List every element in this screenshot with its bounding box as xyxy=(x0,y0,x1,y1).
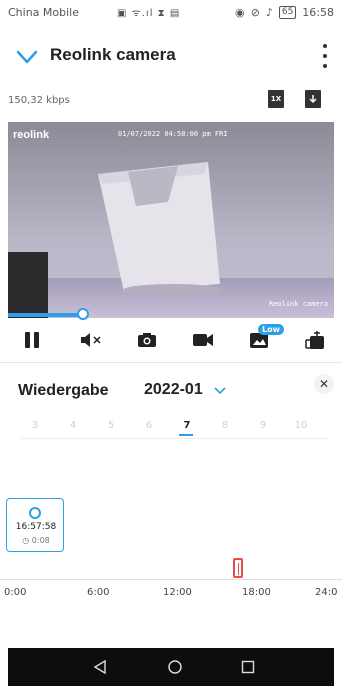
playback-progress-fill xyxy=(8,313,83,317)
system-navigation-bar xyxy=(8,648,334,686)
video-player[interactable]: reolink 01/07/2022 04:58:00 pm FRI Reoli… xyxy=(8,122,334,318)
clock-label: 16:58 xyxy=(302,6,334,19)
day-item[interactable]: 9 xyxy=(253,420,273,431)
recents-button[interactable] xyxy=(239,658,257,676)
mute-icon: ♪ xyxy=(265,6,273,19)
clip-start-time: 16:57:58 xyxy=(15,522,57,532)
carrier-label: China Mobile xyxy=(8,6,80,19)
clip-duration-value: 0:08 xyxy=(31,536,50,545)
page-title: Reolink camera xyxy=(50,45,176,64)
timeline-axis[interactable] xyxy=(0,579,342,580)
bitrate-label: 150,32 kbps xyxy=(8,95,70,106)
day-item[interactable]: 3 xyxy=(25,420,45,431)
close-icon: ✕ xyxy=(318,377,330,391)
record-button[interactable] xyxy=(192,328,214,352)
speaker-muted-icon xyxy=(81,333,101,347)
video-record-icon xyxy=(193,334,213,346)
clock-icon: ◷ xyxy=(22,536,32,545)
download-button[interactable] xyxy=(305,90,321,108)
pause-button[interactable] xyxy=(22,328,42,352)
video-timestamp: 01/07/2022 04:58:00 pm FRI xyxy=(118,130,228,138)
video-logo: reolink xyxy=(13,129,50,141)
day-item[interactable]: 8 xyxy=(215,420,235,431)
video-frame-basket xyxy=(98,162,223,296)
home-circle-icon xyxy=(168,660,182,674)
system-status-icons: ▣ ᯤ.ıl ⧗ ▤ xyxy=(117,8,181,19)
low-quality-badge: Low xyxy=(258,324,284,335)
more-options-icon[interactable] xyxy=(322,44,328,68)
day-item[interactable]: 6 xyxy=(139,420,159,431)
video-camera-name: Reolink camera xyxy=(268,300,328,308)
day-strip: 3 4 5 6 7 8 9 10 xyxy=(20,420,332,438)
timeline-tick: 6:00 xyxy=(87,587,110,598)
alarm-icon: ⊘ xyxy=(250,6,260,19)
playback-progress-handle[interactable] xyxy=(77,308,89,320)
timeline-tick: 0:00 xyxy=(4,587,27,598)
section-divider xyxy=(0,362,342,363)
snapshot-button[interactable] xyxy=(136,328,158,352)
chevron-down-icon[interactable] xyxy=(214,386,226,396)
day-item[interactable]: 4 xyxy=(63,420,83,431)
back-triangle-icon xyxy=(93,660,106,674)
back-button[interactable] xyxy=(91,658,109,676)
player-controls xyxy=(0,328,342,358)
battery-icon: 65 xyxy=(278,6,297,19)
motion-event-icon xyxy=(29,507,41,519)
pause-icon xyxy=(25,332,39,348)
playback-speed-button[interactable]: 1X xyxy=(268,90,284,108)
download-icon xyxy=(309,95,317,104)
status-bar: China Mobile ▣ ᯤ.ıl ⧗ ▤ ◉ ⊘ ♪ 65 16:58 xyxy=(0,0,342,26)
month-selector[interactable]: 2022-01 xyxy=(144,381,203,399)
chevron-down-icon[interactable] xyxy=(16,46,38,68)
timeline-tick: 12:00 xyxy=(163,587,192,598)
recents-square-icon xyxy=(241,660,255,674)
timeline-playhead[interactable] xyxy=(233,558,243,578)
selected-day-indicator xyxy=(179,434,193,436)
playback-heading: Wiedergabe xyxy=(18,382,109,399)
day-strip-divider xyxy=(20,438,330,439)
eye-icon: ◉ xyxy=(234,6,245,19)
clip-button[interactable] xyxy=(304,328,326,352)
close-button[interactable]: ✕ xyxy=(314,374,334,394)
camera-icon xyxy=(138,333,156,347)
timeline-tick: 18:00 xyxy=(242,587,271,598)
recording-clip[interactable]: 16:57:58 ◷ 0:08 xyxy=(6,498,64,552)
edit-clip-icon xyxy=(305,331,324,349)
day-item[interactable]: 5 xyxy=(101,420,121,431)
app-bar: Reolink camera xyxy=(0,38,342,78)
status-right-group: ◉ ⊘ ♪ 65 16:58 xyxy=(235,6,334,19)
clip-duration: ◷ 0:08 xyxy=(7,536,65,545)
mute-button[interactable] xyxy=(80,328,102,352)
playhead-needle xyxy=(238,563,239,575)
home-button[interactable] xyxy=(166,658,184,676)
day-item[interactable]: 10 xyxy=(291,420,311,431)
day-item-selected[interactable]: 7 xyxy=(177,420,197,431)
timeline-tick: 24:0 xyxy=(315,587,338,598)
